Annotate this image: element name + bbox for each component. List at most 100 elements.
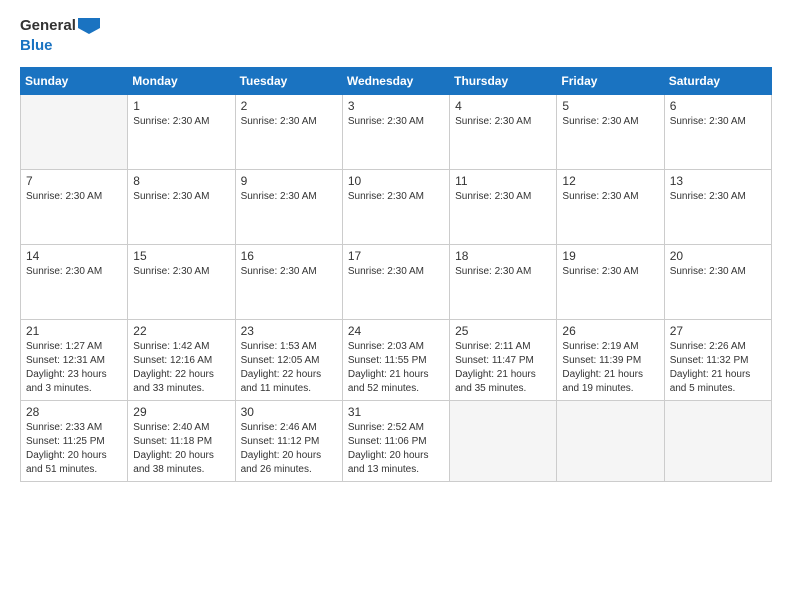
calendar-cell: [557, 401, 664, 482]
calendar-cell: 30Sunrise: 2:46 AM Sunset: 11:12 PM Dayl…: [235, 401, 342, 482]
day-number: 4: [455, 99, 551, 113]
calendar-week-row: 14Sunrise: 2:30 AM15Sunrise: 2:30 AM16Su…: [21, 245, 772, 320]
day-detail: Sunrise: 2:30 AM: [133, 115, 229, 129]
calendar-day-header: Sunday: [21, 68, 128, 95]
day-number: 5: [562, 99, 658, 113]
calendar-cell: [450, 401, 557, 482]
logo: General Blue: [20, 16, 100, 55]
calendar-cell: 31 Sunrise: 2:52 AM Sunset: 11:06 PM Dayl…: [342, 401, 449, 482]
calendar-cell: 20 Sunrise: 2:30 AM: [664, 245, 771, 320]
day-number: 7: [26, 174, 122, 188]
calendar-cell: 18 Sunrise: 2:30 AM: [450, 245, 557, 320]
day-number: 25: [455, 324, 551, 338]
calendar-cell: 15Sunrise: 2:30 AM: [128, 245, 235, 320]
calendar-cell: 12 Sunrise: 2:30 AM: [557, 170, 664, 245]
day-detail: Sunrise: 2:30 AM: [133, 190, 229, 204]
calendar-cell: 23 Sunrise: 1:53 AM Sunset: 12:05 AM Dayl…: [235, 320, 342, 401]
day-number: 28: [26, 405, 122, 419]
day-detail: Sunrise: 2:30 AM: [670, 115, 766, 129]
day-detail: Sunrise: 1:53 AM Sunset: 12:05 AM Daylig…: [241, 340, 337, 396]
day-detail: Sunrise: 1:42 AM Sunset: 12:16 AM Daylig…: [133, 340, 229, 396]
day-detail: Sunrise: 2:52 AM Sunset: 11:06 PM Daylig…: [348, 421, 444, 477]
calendar-cell: 11 Sunrise: 2:30 AM: [450, 170, 557, 245]
day-number: 21: [26, 324, 122, 338]
calendar-cell: 21 Sunrise: 1:27 AM Sunset: 12:31 AM Dayl…: [21, 320, 128, 401]
calendar-day-header: Monday: [128, 68, 235, 95]
day-number: 23: [241, 324, 337, 338]
day-detail: Sunrise: 2:26 AM Sunset: 11:32 PM Daylig…: [670, 340, 766, 396]
calendar-day-header: Tuesday: [235, 68, 342, 95]
calendar-cell: 22 Sunrise: 1:42 AM Sunset: 12:16 AM Dayl…: [128, 320, 235, 401]
day-number: 17: [348, 249, 444, 263]
day-detail: Sunrise: 2:30 AM: [562, 115, 658, 129]
calendar-cell: 7Sunrise: 2:30 AM: [21, 170, 128, 245]
day-detail: Sunrise: 2:30 AM: [241, 115, 337, 129]
calendar-cell: 24Sunrise: 2:03 AM Sunset: 11:55 PM Dayl…: [342, 320, 449, 401]
day-detail: Sunrise: 2:30 AM: [562, 265, 658, 279]
day-number: 20: [670, 249, 766, 263]
day-detail: Sunrise: 2:30 AM: [26, 265, 122, 279]
day-number: 29: [133, 405, 229, 419]
calendar-week-row: 7Sunrise: 2:30 AM8Sunrise: 2:30 AM9Sunri…: [21, 170, 772, 245]
day-number: 16: [241, 249, 337, 263]
calendar-cell: 6 Sunrise: 2:30 AM: [664, 95, 771, 170]
day-number: 18: [455, 249, 551, 263]
day-number: 24: [348, 324, 444, 338]
day-detail: Sunrise: 2:30 AM: [670, 265, 766, 279]
day-number: 27: [670, 324, 766, 338]
logo-blue-text: Blue: [20, 36, 53, 56]
day-number: 2: [241, 99, 337, 113]
day-number: 15: [133, 249, 229, 263]
day-detail: Sunrise: 2:33 AM Sunset: 11:25 PM Daylig…: [26, 421, 122, 477]
calendar-cell: 13 Sunrise: 2:30 AM: [664, 170, 771, 245]
calendar-day-header: Friday: [557, 68, 664, 95]
calendar-cell: 5 Sunrise: 2:30 AM: [557, 95, 664, 170]
day-number: 26: [562, 324, 658, 338]
calendar-cell: 25 Sunrise: 2:11 AM Sunset: 11:47 PM Dayl…: [450, 320, 557, 401]
day-number: 14: [26, 249, 122, 263]
day-detail: Sunrise: 2:19 AM Sunset: 11:39 PM Daylig…: [562, 340, 658, 396]
calendar-cell: 4 Sunrise: 2:30 AM: [450, 95, 557, 170]
day-number: 30: [241, 405, 337, 419]
day-detail: Sunrise: 1:27 AM Sunset: 12:31 AM Daylig…: [26, 340, 122, 396]
calendar-cell: 10Sunrise: 2:30 AM: [342, 170, 449, 245]
calendar-header-row: SundayMondayTuesdayWednesdayThursdayFrid…: [21, 68, 772, 95]
day-detail: Sunrise: 2:30 AM: [348, 115, 444, 129]
day-number: 19: [562, 249, 658, 263]
calendar-cell: 3 Sunrise: 2:30 AM: [342, 95, 449, 170]
logo-arrow-icon: [78, 18, 100, 34]
calendar-week-row: 1 Sunrise: 2:30 AM 2 Sunrise: 2:30 AM 3 Sunri…: [21, 95, 772, 170]
calendar-cell: [664, 401, 771, 482]
day-detail: Sunrise: 2:30 AM: [455, 115, 551, 129]
calendar-day-header: Thursday: [450, 68, 557, 95]
calendar-cell: 2 Sunrise: 2:30 AM: [235, 95, 342, 170]
day-number: 8: [133, 174, 229, 188]
calendar-cell: 17 Sunrise: 2:30 AM: [342, 245, 449, 320]
logo-general-text: General: [20, 16, 76, 36]
calendar-cell: 27 Sunrise: 2:26 AM Sunset: 11:32 PM Dayl…: [664, 320, 771, 401]
day-detail: Sunrise: 2:30 AM: [241, 265, 337, 279]
day-number: 10: [348, 174, 444, 188]
day-number: 11: [455, 174, 551, 188]
day-number: 13: [670, 174, 766, 188]
day-detail: Sunrise: 2:30 AM: [348, 265, 444, 279]
calendar-cell: 9Sunrise: 2:30 AM: [235, 170, 342, 245]
day-detail: Sunrise: 2:30 AM: [670, 190, 766, 204]
day-detail: Sunrise: 2:30 AM: [455, 265, 551, 279]
calendar-table: SundayMondayTuesdayWednesdayThursdayFrid…: [20, 67, 772, 482]
day-number: 22: [133, 324, 229, 338]
calendar-cell: 1 Sunrise: 2:30 AM: [128, 95, 235, 170]
calendar-cell: 19 Sunrise: 2:30 AM: [557, 245, 664, 320]
day-number: 31: [348, 405, 444, 419]
day-number: 9: [241, 174, 337, 188]
day-detail: Sunrise: 2:30 AM: [455, 190, 551, 204]
day-detail: Sunrise: 2:11 AM Sunset: 11:47 PM Daylig…: [455, 340, 551, 396]
calendar-cell: 16 Sunrise: 2:30 AM: [235, 245, 342, 320]
day-number: 6: [670, 99, 766, 113]
calendar-day-header: Saturday: [664, 68, 771, 95]
day-number: 1: [133, 99, 229, 113]
day-detail: Sunrise: 2:30 AM: [562, 190, 658, 204]
day-number: 12: [562, 174, 658, 188]
day-number: 3: [348, 99, 444, 113]
calendar-day-header: Wednesday: [342, 68, 449, 95]
